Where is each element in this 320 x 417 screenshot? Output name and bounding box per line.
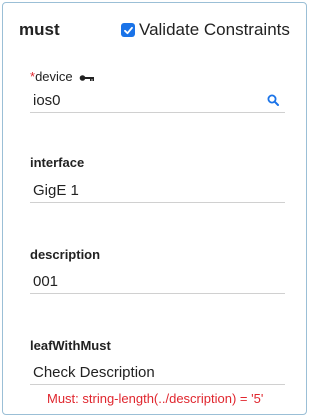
leafwithmust-label: leafWithMust [30, 338, 111, 353]
description-value: 001 [33, 273, 59, 290]
checkmark-icon [123, 26, 133, 34]
search-icon[interactable] [267, 94, 279, 106]
device-label: *device [30, 69, 95, 84]
device-input[interactable]: ios0 [30, 89, 285, 113]
panel-title: must [19, 20, 60, 39]
validation-error-message: Must: string-length(../description) = '5… [47, 391, 264, 406]
device-label-text: device [35, 69, 73, 84]
validate-label: Validate Constraints [139, 20, 290, 39]
description-input[interactable]: 001 [30, 270, 285, 294]
interface-value: GigE 1 [33, 182, 79, 199]
description-label: description [30, 247, 101, 262]
interface-input[interactable]: GigE 1 [30, 179, 285, 203]
validate-constraints-toggle[interactable]: Validate Constraints [121, 20, 290, 40]
validate-checkbox[interactable] [121, 23, 135, 37]
interface-label: interface [30, 155, 85, 170]
device-value: ios0 [33, 92, 61, 109]
key-icon [79, 74, 95, 81]
leafwithmust-value: Check Description [33, 364, 155, 381]
must-panel: must Validate Constraints *device ios0 i… [2, 2, 307, 415]
leafwithmust-input[interactable]: Check Description [30, 361, 285, 385]
